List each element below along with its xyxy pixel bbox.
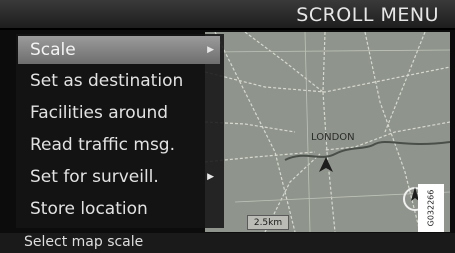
menu-item-set-as-destination[interactable]: Set as destination (18, 67, 220, 95)
menu-item-read-traffic-msg[interactable]: Read traffic msg. (18, 131, 220, 159)
navigation-screen: SCROLL MENU LONDON 2.5km G032266 Scale ▶… (0, 0, 455, 253)
menu-item-label: Facilities around (30, 103, 169, 123)
scroll-menu: Scale ▶ Set as destination Facilities ar… (16, 34, 224, 228)
menu-item-label: Set as destination (30, 71, 184, 91)
menu-title: SCROLL MENU (296, 4, 439, 26)
menu-item-scale[interactable]: Scale ▶ (18, 36, 220, 64)
menu-item-label: Set for surveill. (30, 167, 159, 187)
menu-item-store-location[interactable]: Store location (18, 195, 220, 223)
header-bar: SCROLL MENU (0, 0, 455, 30)
menu-item-set-for-surveill[interactable]: Set for surveill. ▶ (18, 163, 220, 191)
submenu-arrow-icon: ▶ (207, 45, 214, 55)
scale-label: 2.5km (253, 218, 283, 228)
status-text: Select map scale (24, 234, 144, 250)
submenu-arrow-icon: ▶ (207, 172, 214, 182)
menu-item-label: Store location (30, 199, 148, 219)
figure-code-label: G032266 (418, 184, 444, 232)
menu-item-label: Read traffic msg. (30, 135, 175, 155)
menu-item-facilities-around[interactable]: Facilities around (18, 99, 220, 127)
map-view[interactable]: LONDON 2.5km (205, 32, 450, 232)
scale-indicator: 2.5km (247, 215, 289, 230)
status-bar: Select map scale (0, 233, 455, 253)
city-label: LONDON (311, 132, 355, 143)
menu-item-label: Scale (30, 40, 76, 60)
